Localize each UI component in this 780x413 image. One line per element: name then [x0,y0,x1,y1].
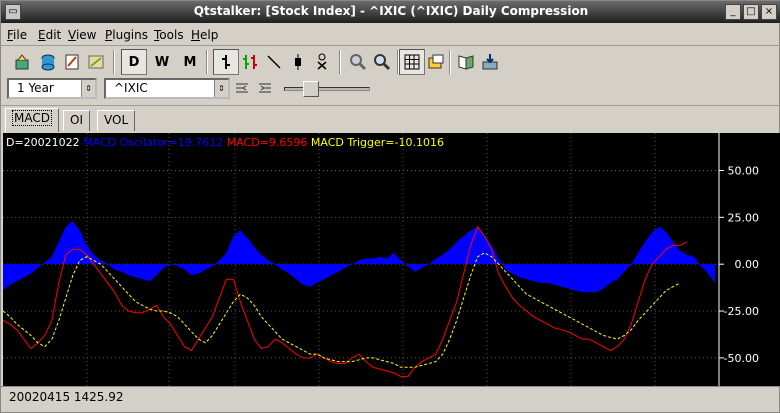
close-icon[interactable]: × [761,4,777,20]
menu-view[interactable]: View [68,28,96,42]
maximize-icon[interactable]: □ [743,4,759,20]
zoom-out-icon[interactable] [345,49,371,75]
options-icon[interactable] [83,49,109,75]
new-indicator-icon[interactable] [59,49,85,75]
chevron-down-icon: ⇕ [214,80,228,97]
y-tick-label: 50.00 [728,164,760,177]
minimize-icon[interactable]: _ [725,4,741,20]
y-tick-label: -25.00 [724,305,759,318]
chart-canvas[interactable]: 50.00 25.00 0.00 -25.00 -50.00 [3,133,780,386]
toolbar-separator [339,50,341,74]
grid-icon[interactable] [399,49,425,75]
bar-spacing-slider-track[interactable] [284,87,370,91]
menu-file[interactable]: File [7,28,27,42]
toolbar-separator [113,50,115,74]
pan-left-icon[interactable] [232,77,252,99]
y-tick-label: 0.00 [735,258,760,271]
database-icon[interactable] [35,49,61,75]
menu-plugins[interactable]: Plugins [105,28,148,42]
symbol-value: ^IXIC [114,81,148,95]
menu-bar: File Edit View Plugins Tools Help [1,24,780,46]
range-select[interactable]: 1 Year ⇕ [7,78,97,99]
y-tick-label: -50.00 [724,352,759,365]
window-title: Qtstalker: [Stock Index] - ^IXIC (^IXIC)… [193,4,589,18]
menu-help[interactable]: Help [191,28,218,42]
open-chart-icon[interactable] [9,49,35,75]
secondary-toolbar: 1 Year ⇕ ^IXIC ⇕ [1,77,780,101]
point-figure-icon[interactable] [309,49,335,75]
symbol-select[interactable]: ^IXIC ⇕ [104,78,230,99]
monthly-button[interactable]: M [177,49,203,75]
bar-spacing-slider-thumb[interactable] [303,81,319,97]
scale-icon[interactable] [423,49,449,75]
tab-oi[interactable]: OI [63,110,90,131]
toolbar-separator [449,50,451,74]
quotes-icon[interactable] [453,49,479,75]
info-oscillator: MACD Oscilator=19.7612 [83,136,224,149]
series-oscillator-area [3,221,715,293]
bar-chart-icon[interactable] [213,49,239,75]
menu-tools[interactable]: Tools [154,28,184,42]
info-date: D=20021022 [6,136,80,149]
indicator-tabs: MACD OI VOL [1,105,780,132]
chevron-down-icon: ⇕ [81,80,95,97]
range-value: 1 Year [17,81,54,95]
tab-vol[interactable]: VOL [97,110,136,131]
y-tick-label: 25.00 [728,211,760,224]
main-toolbar: D W M [1,47,780,77]
tab-macd[interactable]: MACD [5,108,59,132]
line-tool-icon[interactable] [261,49,287,75]
app-window: ▭ Qtstalker: [Stock Index] - ^IXIC (^IXI… [0,0,780,413]
toolbar-separator [206,50,208,74]
weekly-button[interactable]: W [149,49,175,75]
zoom-in-icon[interactable] [369,49,395,75]
macd-chart[interactable]: 50.00 25.00 0.00 -25.00 -50.00 D=20021022 MA… [3,133,780,386]
pan-right-icon[interactable] [255,77,275,99]
daily-button[interactable]: D [121,49,147,75]
menu-edit[interactable]: Edit [38,28,61,42]
swing-icon[interactable] [285,49,311,75]
info-macd: MACD=9.6596 [226,136,308,149]
chart-info-line: D=20021022 MACD Oscilator=19.7612 MACD=9… [6,136,444,149]
series-macd-line [3,225,688,378]
export-icon[interactable] [477,49,503,75]
status-text: 20020415 1425.92 [9,390,124,404]
info-trigger: MACD Trigger=-10.1016 [310,136,444,149]
title-bar: ▭ Qtstalker: [Stock Index] - ^IXIC (^IXI… [1,1,780,23]
status-bar: 20020415 1425.92 [1,386,780,406]
candle-chart-icon[interactable] [237,49,263,75]
